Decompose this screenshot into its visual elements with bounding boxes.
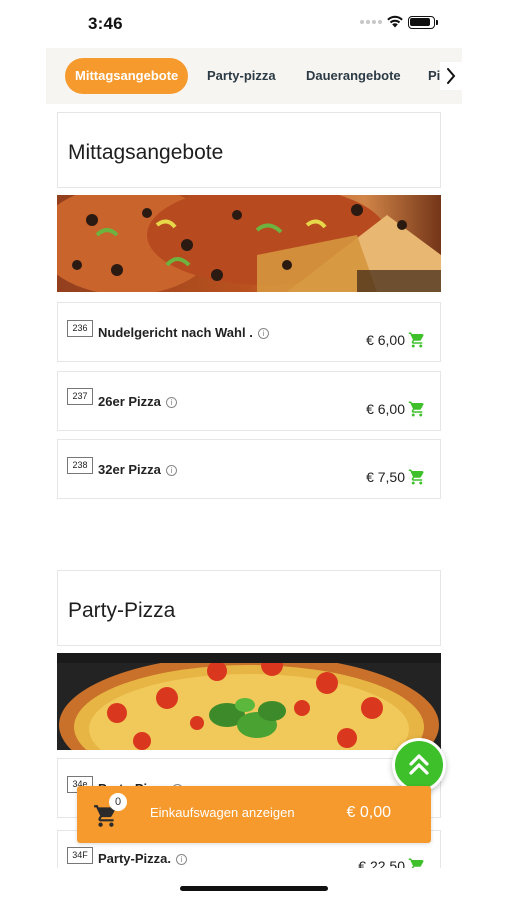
section-title: Party-Pizza (68, 599, 176, 622)
menu-item-238[interactable]: 238 32er Pizza i € 7,50 (57, 439, 441, 499)
party-pizza-banner-image (57, 653, 441, 750)
bottom-safe-area (0, 868, 507, 900)
cart-total: € 0,00 (346, 804, 391, 821)
item-price: € 6,00 (366, 332, 405, 348)
item-name-wrapper: Party-Pizza. i (98, 851, 187, 866)
view-cart-button[interactable]: 0 Einkaufswagen anzeigen € 0,00 (77, 786, 431, 843)
menu-item-237[interactable]: 237 26er Pizza i € 6,00 (57, 371, 441, 431)
status-icons (360, 14, 440, 32)
item-name-wrapper: 32er Pizza i (98, 462, 177, 477)
info-icon[interactable]: i (165, 397, 177, 408)
wifi-icon (387, 15, 403, 28)
lunch-offers-banner-image (57, 195, 441, 292)
add-to-cart-icon[interactable] (408, 400, 426, 418)
section-header-mittagsangebote: Mittagsangebote (57, 112, 441, 188)
item-name-wrapper: 26er Pizza i (98, 394, 177, 409)
cellular-signal-icon (360, 20, 382, 24)
scroll-to-top-button[interactable] (392, 738, 446, 792)
home-indicator[interactable] (180, 886, 328, 891)
info-icon[interactable]: i (175, 854, 187, 865)
category-tabs: Mittagsangebote Party-pizza Dauerangebot… (46, 48, 462, 104)
item-number: 34F (67, 847, 93, 864)
tabs-scroll-right-button[interactable] (440, 62, 462, 90)
tab-pizza[interactable]: Pi (428, 58, 440, 94)
cart-count-badge: 0 (109, 793, 127, 811)
item-name: 26er Pizza (98, 394, 161, 409)
status-bar: 3:46 (0, 0, 507, 46)
item-price: € 6,00 (366, 401, 405, 417)
item-name: Nudelgericht nach Wahl . (98, 325, 253, 340)
chevron-right-icon (447, 68, 456, 84)
battery-icon (408, 16, 438, 29)
add-to-cart-icon[interactable] (408, 331, 426, 349)
add-to-cart-icon[interactable] (408, 468, 426, 486)
scroll-top-icon (409, 754, 429, 775)
cart-label: Einkaufswagen anzeigen (150, 805, 295, 820)
tab-mittagsangebote[interactable]: Mittagsangebote (65, 58, 189, 94)
info-icon[interactable]: i (257, 328, 269, 339)
item-price: € 7,50 (366, 469, 405, 485)
tab-dauerangebote[interactable]: Dauerangebote (306, 58, 401, 94)
status-time: 3:46 (88, 14, 123, 33)
section-header-party-pizza: Party-Pizza (57, 570, 441, 646)
tab-party-pizza[interactable]: Party-pizza (207, 58, 276, 94)
item-name: 32er Pizza (98, 462, 161, 477)
item-number: 238 (67, 457, 93, 474)
info-icon[interactable]: i (165, 465, 177, 476)
menu-item-236[interactable]: 236 Nudelgericht nach Wahl . i € 6,00 (57, 302, 441, 362)
item-name: Party-Pizza. (98, 851, 171, 866)
item-number: 236 (67, 320, 93, 337)
item-name-wrapper: Nudelgericht nach Wahl . i (98, 325, 269, 340)
section-title: Mittagsangebote (68, 141, 224, 164)
item-number: 237 (67, 388, 93, 405)
